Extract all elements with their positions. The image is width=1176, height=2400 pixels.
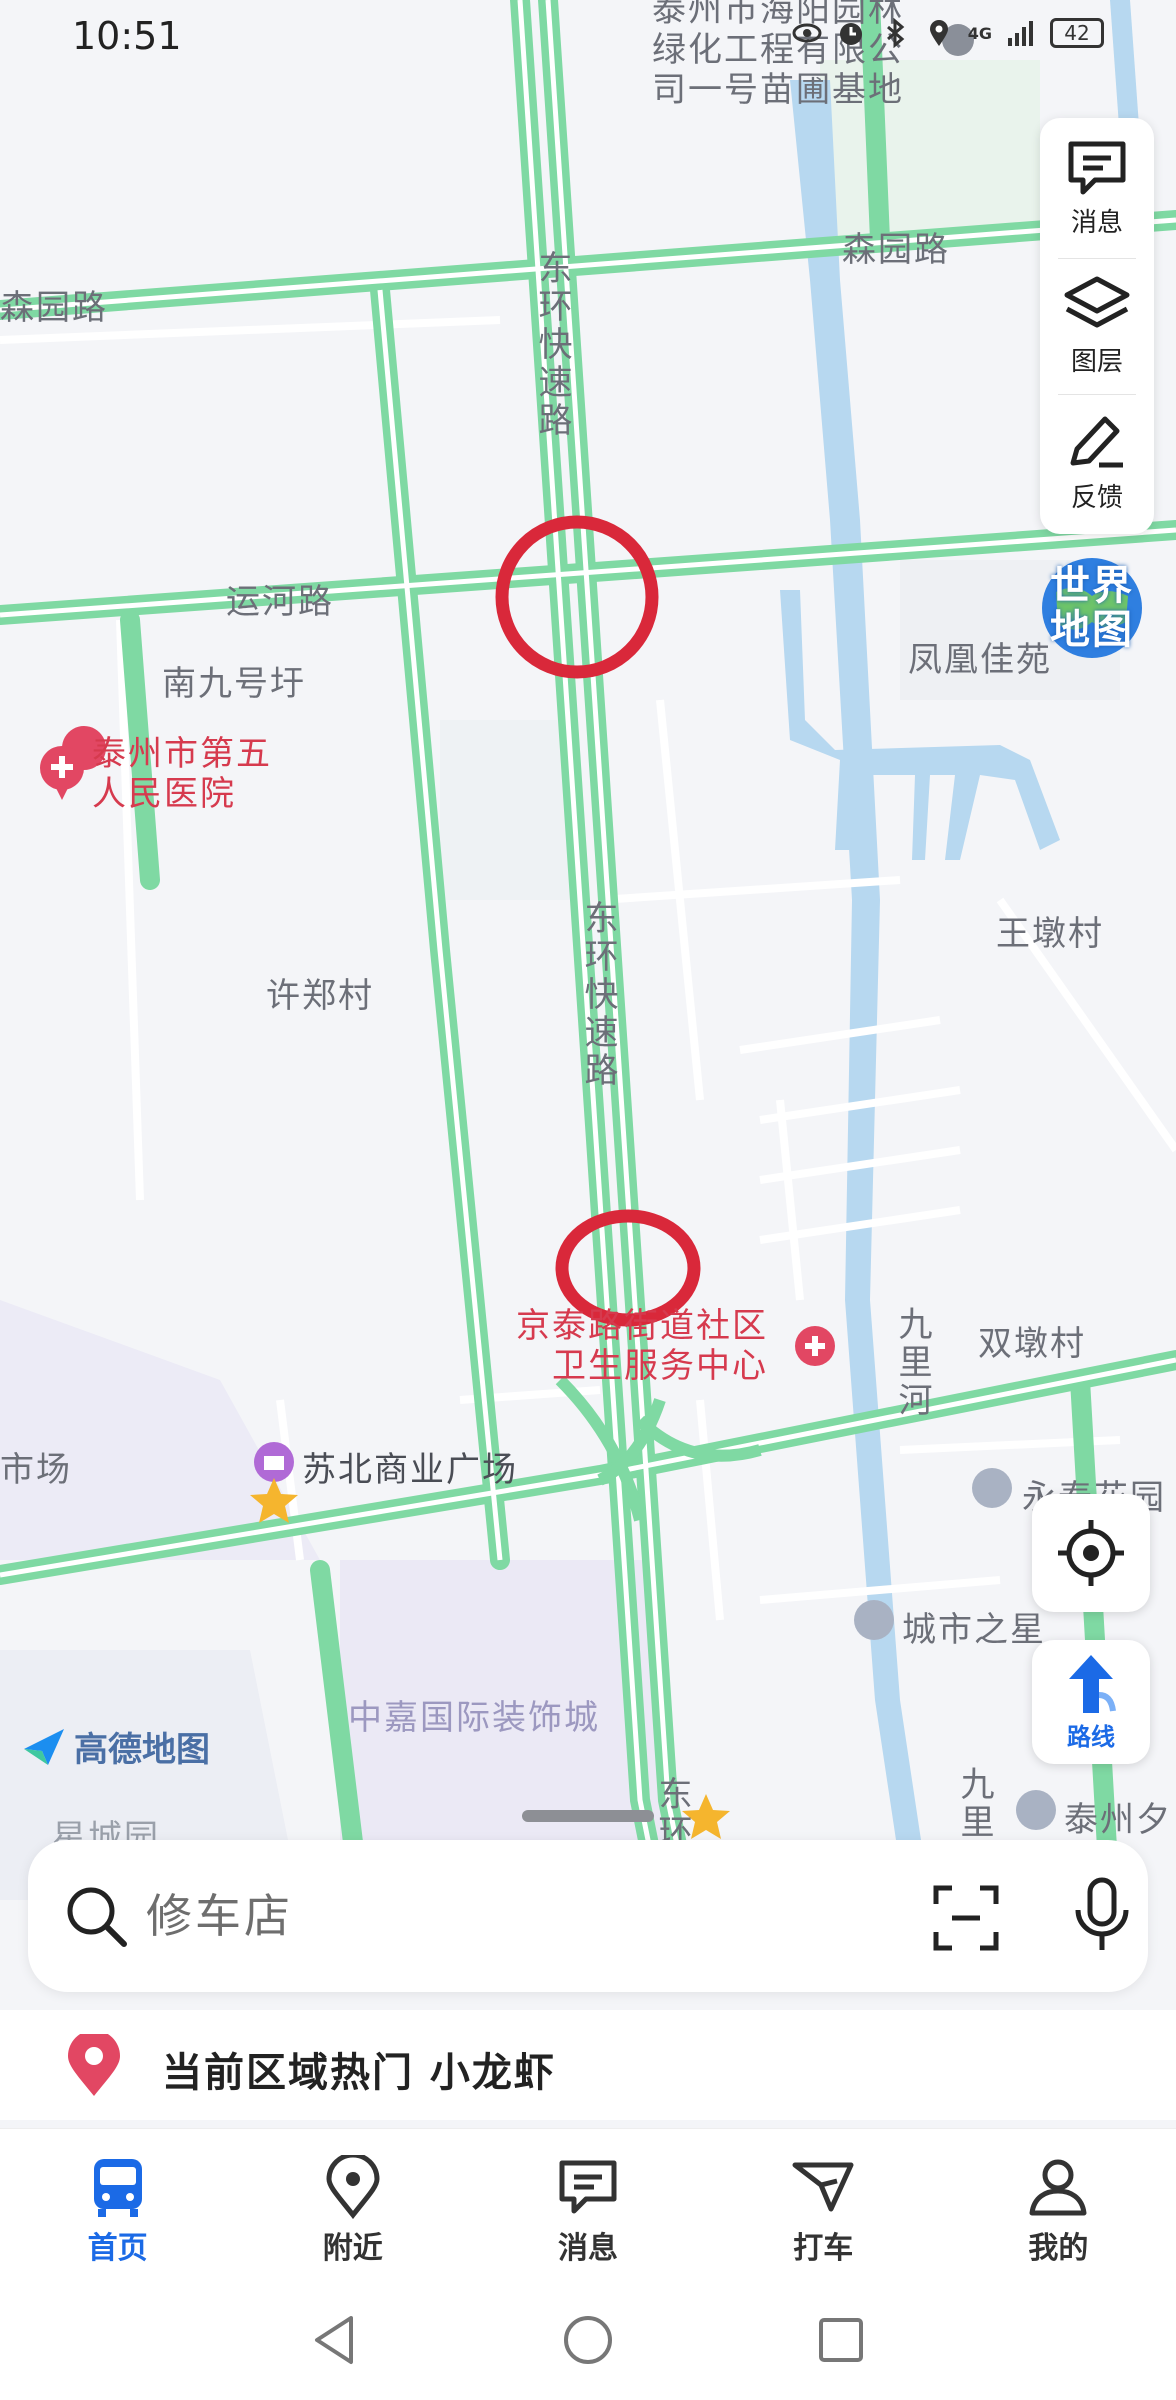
place-label-nanjiu: 南九号圩 — [162, 664, 306, 704]
map-area[interactable]: 泰州市海阳园林 绿化工程有限公 司一号苗圃基地 森园路 森园路 东环快速路 运河… — [0, 0, 1176, 1900]
hot-tip-row[interactable]: 当前区域热门 小龙虾 — [0, 2010, 1176, 2120]
location-pin-outline-icon — [326, 2155, 380, 2219]
recent-apps-icon[interactable] — [817, 2316, 865, 2364]
world-map-badge-text: 世界地图 — [1050, 563, 1134, 653]
taxi-icon — [792, 2162, 854, 2212]
route-arrow-icon — [1069, 1654, 1116, 1713]
eye-icon — [792, 23, 822, 43]
home-circle-icon[interactable] — [562, 2314, 614, 2366]
chat-icon — [559, 2160, 617, 2214]
scan-icon[interactable] — [930, 1882, 1002, 1954]
route-button-label: 路线 — [1067, 1722, 1115, 1751]
status-time: 10:51 — [72, 14, 182, 58]
amap-logo-text: 高德地图 — [74, 1730, 210, 1770]
search-bar[interactable] — [28, 1840, 1148, 1992]
search-icon — [67, 1887, 127, 1947]
message-tool-label: 消息 — [1070, 207, 1123, 238]
network-type: 4G — [967, 23, 992, 43]
world-map-badge[interactable]: 世界地图 — [1036, 552, 1148, 664]
place-label-wangdun: 王墩村 — [996, 914, 1104, 954]
map-tool-panel: 消息 图层 反馈 — [1040, 118, 1154, 534]
bottom-nav: 首页 附近 消息 打车 我的 — [0, 2128, 1176, 2281]
place-label-market: 市场 — [0, 1450, 72, 1490]
place-label-shuangdun: 双墩村 — [978, 1324, 1086, 1364]
layers-tool-label: 图层 — [1070, 346, 1123, 377]
road-label-senyuan-right: 森园路 — [842, 230, 950, 270]
nav-nearby[interactable]: 附近 — [235, 2129, 470, 2281]
status-icons: 4G 42 — [792, 18, 1104, 48]
bus-icon — [93, 2159, 142, 2217]
road-label-senyuan-left: 森园路 — [0, 288, 108, 328]
river-label-jiuli: 九里河 — [892, 1306, 932, 1420]
status-bar: 10:51 4G 42 — [0, 0, 1176, 72]
mall-marker-icon — [254, 1442, 294, 1482]
user-icon — [1029, 2159, 1087, 2216]
location-pin-icon — [68, 2034, 120, 2096]
message-tool-button[interactable]: 消息 — [1040, 122, 1154, 256]
hospital-label[interactable]: 泰州市第五 人民医院 — [92, 734, 272, 814]
signal-icon — [1008, 21, 1033, 46]
nav-home[interactable]: 首页 — [0, 2129, 235, 2281]
place-label-chengshi: 城市之星 — [902, 1610, 1046, 1650]
nav-mine[interactable]: 我的 — [941, 2129, 1176, 2281]
subei-mall-label[interactable]: 苏北商业广场 — [302, 1442, 518, 1491]
health-center-marker-icon — [795, 1326, 835, 1366]
nav-taxi-label: 打车 — [793, 2231, 854, 2266]
route-button[interactable]: 路线 — [1032, 1640, 1150, 1764]
river-label-jiuli-bottom: 九里 — [954, 1766, 994, 1842]
bottom-sheet-handle[interactable] — [522, 1810, 654, 1822]
road-label-donghuan-lower: 东环快速路 — [578, 900, 618, 1090]
feedback-tool-button[interactable]: 反馈 — [1040, 395, 1154, 529]
alarm-icon — [839, 23, 862, 45]
layers-icon — [1064, 276, 1130, 327]
search-input[interactable] — [144, 1882, 908, 1950]
nav-nearby-label: 附近 — [322, 2231, 383, 2266]
nav-mine-label: 我的 — [1028, 2231, 1089, 2266]
hot-tip-text: 当前区域热门 小龙虾 — [162, 2050, 556, 2096]
amap-logo-icon — [24, 1728, 64, 1765]
nav-taxi[interactable]: 打车 — [706, 2129, 941, 2281]
system-nav-bar — [0, 2280, 1176, 2400]
feedback-tool-label: 反馈 — [1070, 482, 1123, 513]
microphone-icon[interactable] — [1064, 1876, 1140, 1956]
health-center-label[interactable]: 京泰路街道社区 卫生服务中心 — [516, 1306, 768, 1386]
location-icon — [929, 20, 948, 46]
place-label-taizhou-right: 泰州夕 — [1064, 1800, 1172, 1840]
road-label-yunhe: 运河路 — [226, 582, 334, 622]
message-icon — [1068, 141, 1126, 194]
back-icon[interactable] — [311, 2314, 359, 2366]
place-label-xuzheng: 许郑村 — [266, 976, 374, 1016]
nav-message-label: 消息 — [558, 2231, 618, 2266]
nav-message[interactable]: 消息 — [470, 2129, 705, 2281]
locate-icon — [1058, 1520, 1124, 1586]
amap-logo: 高德地图 — [22, 1722, 210, 1771]
place-label-zhongjia: 中嘉国际装饰城 — [348, 1698, 600, 1738]
battery-icon: 42 — [1050, 18, 1104, 48]
place-label-fenghuang: 凤凰佳苑 — [908, 640, 1052, 680]
edit-pen-icon — [1070, 416, 1123, 467]
nav-home-label: 首页 — [87, 2231, 148, 2266]
bluetooth-icon — [886, 18, 905, 48]
locate-button[interactable] — [1032, 1494, 1150, 1612]
road-label-donghuan-upper: 东环快速路 — [532, 250, 572, 440]
layers-tool-button[interactable]: 图层 — [1040, 259, 1154, 393]
